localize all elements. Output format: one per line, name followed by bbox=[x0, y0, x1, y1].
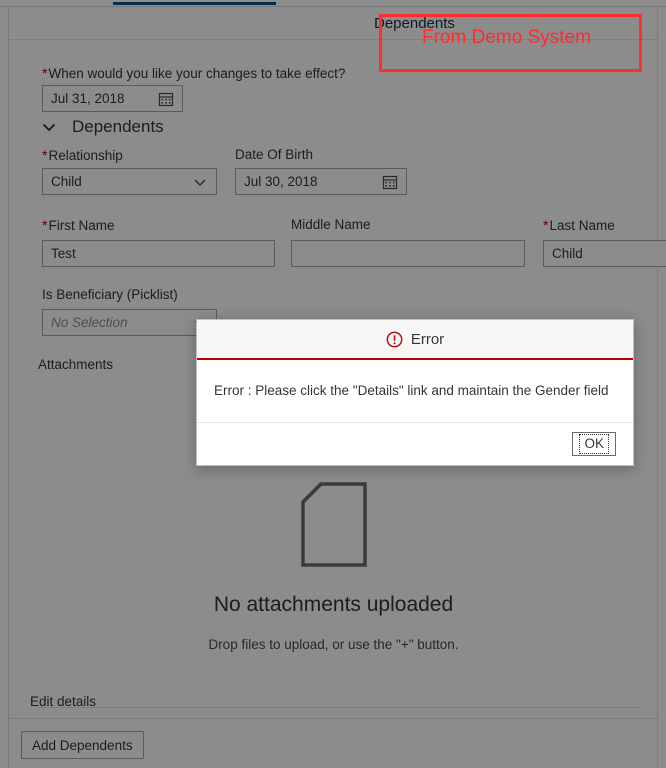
relationship-label: *Relationship bbox=[42, 147, 123, 163]
required-indicator: * bbox=[543, 217, 549, 233]
tab-strip bbox=[0, 0, 666, 7]
divider bbox=[38, 707, 640, 708]
error-circle-icon bbox=[386, 331, 403, 347]
calendar-icon[interactable] bbox=[158, 91, 174, 107]
relationship-select[interactable]: Child bbox=[42, 168, 217, 195]
error-dialog-title: Error bbox=[410, 330, 445, 348]
chevron-down-icon[interactable] bbox=[192, 174, 208, 190]
is-beneficiary-label: Is Beneficiary (Picklist) bbox=[42, 287, 178, 302]
first-name-input[interactable]: Test bbox=[42, 240, 275, 267]
date-of-birth-label: Date Of Birth bbox=[235, 147, 314, 162]
form-footer: Add Dependents bbox=[8, 718, 658, 767]
relationship-value: Child bbox=[51, 174, 82, 189]
active-tab-underline[interactable] bbox=[113, 2, 276, 5]
error-dialog-footer: OK bbox=[197, 423, 633, 465]
error-dialog-header: Error bbox=[197, 320, 633, 360]
edit-details-link[interactable]: Edit details bbox=[30, 694, 96, 709]
middle-name-label: Middle Name bbox=[291, 217, 371, 232]
error-dialog-message: Error : Please click the "Details" link … bbox=[197, 360, 633, 423]
middle-name-input[interactable] bbox=[291, 240, 525, 267]
effective-date-input[interactable]: Jul 31, 2018 bbox=[42, 85, 183, 112]
required-indicator: * bbox=[42, 65, 48, 81]
ok-button[interactable]: OK bbox=[572, 431, 616, 456]
ok-button-label: OK bbox=[579, 433, 609, 454]
is-beneficiary-value: No Selection bbox=[51, 315, 128, 330]
dependents-section-toggle[interactable]: Dependents bbox=[40, 117, 164, 137]
first-name-value: Test bbox=[51, 246, 76, 261]
chevron-down-icon bbox=[42, 123, 56, 132]
first-name-label: *First Name bbox=[42, 217, 115, 233]
last-name-input[interactable]: Child bbox=[543, 240, 666, 267]
dependents-section-title: Dependents bbox=[72, 117, 164, 136]
error-dialog: Error Error : Please click the "Details"… bbox=[196, 319, 634, 466]
calendar-icon[interactable] bbox=[382, 174, 398, 190]
effective-date-label: *When would you like your changes to tak… bbox=[42, 65, 346, 81]
attachments-empty-hint: Drop files to upload, or use the "+" but… bbox=[208, 637, 459, 652]
annotation-label: From Demo System bbox=[422, 27, 591, 48]
attachments-empty-title: No attachments uploaded bbox=[213, 593, 454, 616]
date-of-birth-input[interactable]: Jul 30, 2018 bbox=[235, 168, 407, 195]
effective-date-value: Jul 31, 2018 bbox=[51, 91, 125, 106]
required-indicator: * bbox=[42, 217, 48, 233]
add-dependents-button[interactable]: Add Dependents bbox=[21, 731, 144, 759]
attachments-label: Attachments bbox=[38, 357, 114, 372]
last-name-label: *Last Name bbox=[543, 217, 615, 233]
last-name-value: Child bbox=[552, 246, 583, 261]
document-icon bbox=[300, 482, 367, 567]
required-indicator: * bbox=[42, 147, 48, 163]
is-beneficiary-select[interactable]: No Selection bbox=[42, 309, 217, 336]
date-of-birth-value: Jul 30, 2018 bbox=[244, 174, 318, 189]
